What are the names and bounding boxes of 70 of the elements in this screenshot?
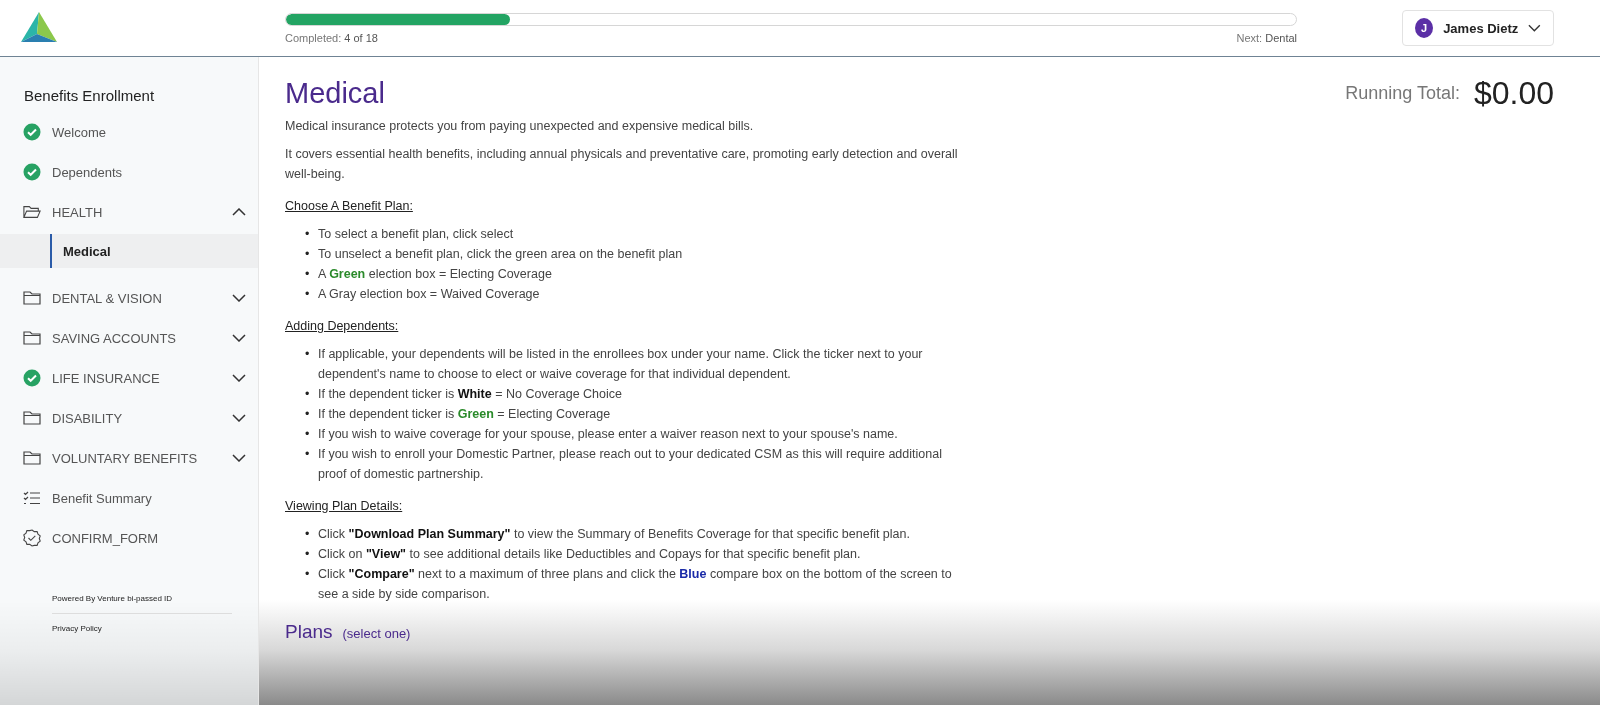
sidebar-title: Benefits Enrollment [23, 87, 156, 104]
instruction-item: To unselect a benefit plan, click the green area on the benefit plan [318, 246, 684, 263]
nav-subitem[interactable]: Medical [0, 234, 258, 268]
check-circle-icon [23, 369, 41, 387]
instruction-item: A Green election box = Electing Coverage [318, 266, 553, 283]
nav-item[interactable]: HEALTH [0, 192, 258, 232]
open-folder-icon [23, 204, 41, 220]
instruction-item: Click "Download Plan Summary" to view the Summary of Benefits Coverage for that specific benefit plan. [318, 526, 911, 543]
bullet: • [305, 526, 311, 543]
running-total-label: Running Total: [1345, 83, 1460, 104]
chevron-down-icon [232, 294, 246, 302]
instruction-item: If you wish to enroll your Domestic Partner, please reach out to your dedicated CSM as this will require additional proof of domestic partnership. [318, 446, 943, 483]
chevron-down-icon [232, 414, 246, 422]
chevron-down-icon [1528, 24, 1541, 32]
chevron-down-icon [232, 454, 246, 462]
bullet: • [305, 286, 311, 303]
bullet: • [305, 386, 311, 403]
user-menu-button[interactable]: J James Dietz [1402, 10, 1554, 46]
nav-item[interactable]: DENTAL & VISION [0, 278, 258, 318]
nav-item[interactable]: CONFIRM_FORM [0, 518, 258, 558]
check-circle-icon [23, 123, 41, 141]
folder-icon [23, 450, 41, 466]
logo-icon [21, 12, 57, 44]
plans-title: Plans [285, 622, 333, 642]
check-badge-icon [23, 529, 41, 547]
nav-item[interactable]: Welcome [0, 112, 258, 152]
bullet: • [305, 226, 311, 243]
plans-hint: (select one) [342, 625, 411, 643]
bullet: • [305, 566, 311, 583]
checklist-icon [23, 491, 41, 505]
bullet: • [305, 246, 311, 263]
completed-count: Completed: 4 of 18 [285, 31, 378, 44]
bullet: • [305, 446, 311, 463]
instruction-item: A Gray election box = Waived Coverage [318, 286, 541, 303]
nav-item[interactable]: DISABILITY [0, 398, 258, 438]
chevron-up-icon [232, 208, 246, 216]
section-heading: Choose A Benefit Plan: [285, 198, 414, 215]
bullet: • [305, 426, 311, 443]
instruction-item: If the dependent ticker is Green = Electing Coverage [318, 406, 612, 423]
instruction-item: Click "Compare" next to a maximum of three plans and click the Blue compare box on the bottom of the screen to see a side by side comparison. [318, 566, 953, 603]
instruction-item: To select a benefit plan, click select [318, 226, 515, 243]
folder-icon [23, 290, 41, 306]
nav-item[interactable]: SAVING ACCOUNTS [0, 318, 258, 358]
folder-icon [23, 410, 41, 426]
bullet: • [305, 346, 311, 363]
nav-item[interactable]: LIFE INSURANCE [0, 358, 258, 398]
bullet: • [305, 266, 311, 283]
powered-by-text: Powered By Venture bi-passed ID [52, 594, 232, 614]
chevron-down-icon [232, 334, 246, 342]
section-heading: Adding Dependents: [285, 318, 400, 335]
section-heading: Viewing Plan Details: [285, 498, 404, 515]
next-step: Next: Dental [1236, 31, 1297, 44]
running-total-value: $0.00 [1473, 75, 1554, 112]
nav-item[interactable]: Dependents [0, 152, 258, 192]
check-circle-icon [23, 163, 41, 181]
description-text: It covers essential health benefits, including annual physicals and preventative care, promoting early detection and overall well-being. [285, 146, 959, 183]
nav-item[interactable]: VOLUNTARY BENEFITS [0, 438, 258, 478]
description-text: Medical insurance protects you from paying unexpected and expensive medical bills. [285, 118, 755, 135]
bullet: • [305, 546, 311, 563]
instruction-item: If the dependent ticker is White = No Coverage Choice [318, 386, 623, 403]
bullet: • [305, 406, 311, 423]
privacy-link[interactable]: Privacy Policy [52, 624, 232, 643]
instruction-item: If applicable, your dependents will be listed in the enrollees box under your name. Click the ticker next to your dependent's name to choose to elect or waive coverage for that individual dependent. [318, 346, 924, 383]
nav-item[interactable]: Benefit Summary [0, 478, 258, 518]
avatar: J [1415, 18, 1434, 38]
folder-icon [23, 330, 41, 346]
instruction-item: If you wish to waive coverage for your spouse, please enter a waiver reason next to your spouse's name. [318, 426, 899, 443]
chevron-down-icon [232, 374, 246, 382]
instruction-item: Click on "View" to see additional details like Deductibles and Copays for that specific benefit plan. [318, 546, 862, 563]
page-title: Medical [285, 77, 385, 110]
